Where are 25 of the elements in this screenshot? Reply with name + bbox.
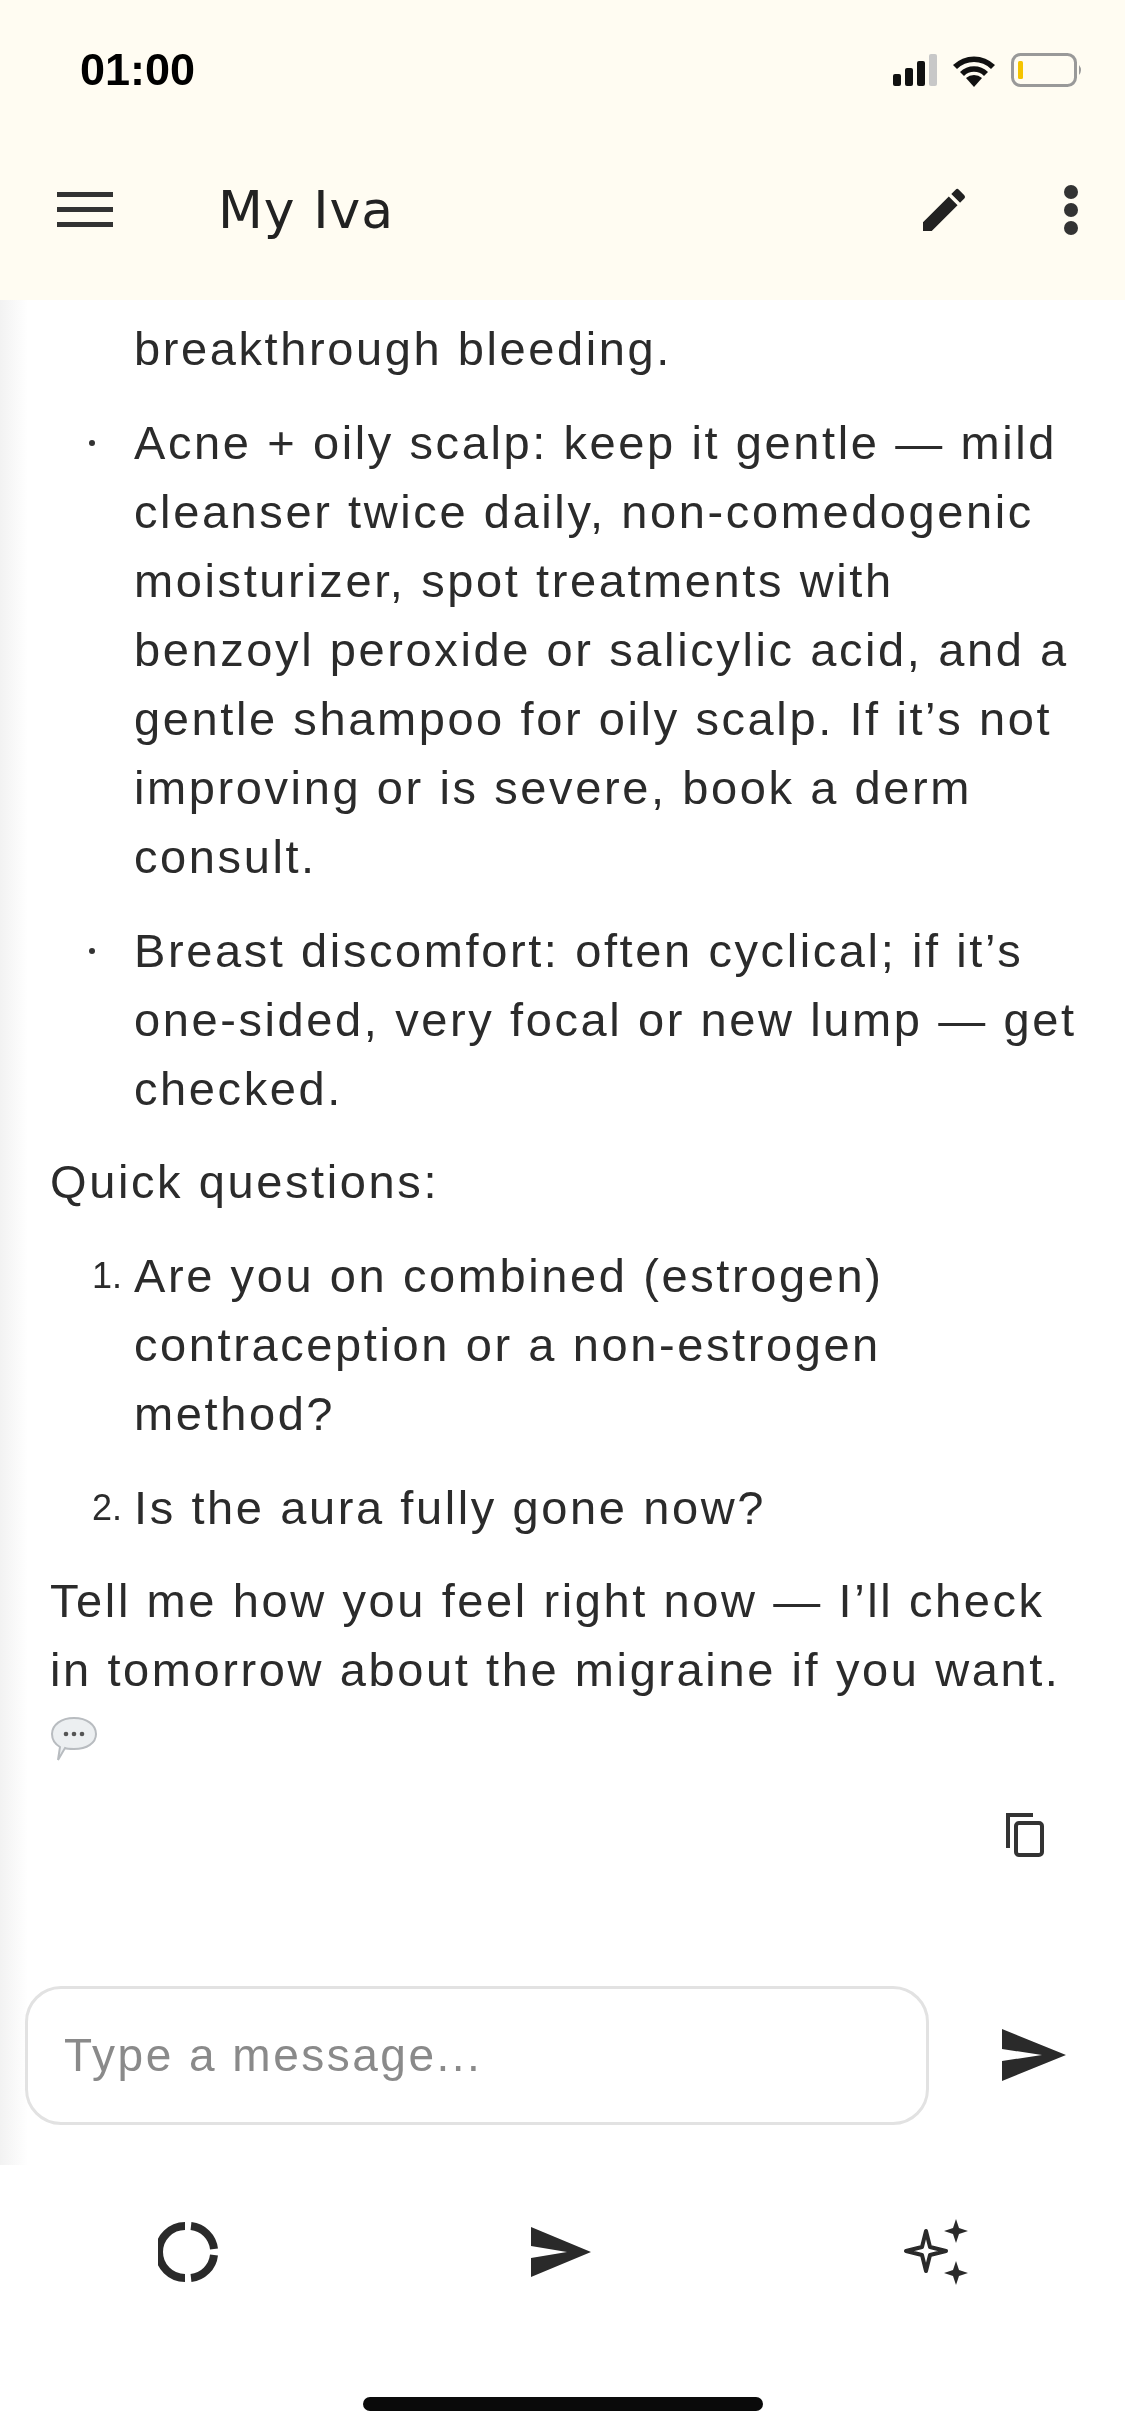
more-options-icon[interactable] <box>1062 185 1080 235</box>
app-title: My Iva <box>218 180 396 240</box>
circle-icon[interactable] <box>158 2222 218 2282</box>
wifi-icon <box>951 53 997 87</box>
speech-bubble-icon <box>50 1716 98 1762</box>
send-icon[interactable] <box>1002 2029 1066 2081</box>
message-input[interactable]: Type a message... <box>25 1985 929 2125</box>
battery-icon <box>1011 53 1083 87</box>
message-heading: Quick questions: <box>50 1154 441 1210</box>
bullet-icon <box>89 440 95 446</box>
message-text: breakthrough bleeding. <box>134 321 673 377</box>
question-text: Is the aura fully gone now? <box>134 1480 766 1536</box>
bullet-text: Breast discomfort: often cyclical; if it’s one-sided, very focal or new lump — get checked. <box>134 923 1078 1117</box>
copy-icon[interactable] <box>1005 1812 1045 1858</box>
list-number: 2. <box>91 1486 122 1530</box>
question-text: Are you on combined (estrogen) contraception or a non-estrogen method? <box>134 1248 885 1442</box>
sparkles-icon[interactable] <box>904 2219 970 2285</box>
message-text: Tell me how you feel right now — I’ll check in tomorrow about the migraine if you want. <box>50 1573 1062 1698</box>
bullet-text: Acne + oily scalp: keep it gentle — mild cleanser twice daily, non-comedogenic moisturizer, spot treatments with benzoyl peroxide or salicylic acid, and a gentle shampoo for oily scalp. If it’s not improving or is severe, book a derm consult. <box>134 415 1070 885</box>
list-number: 1. <box>91 1254 122 1298</box>
send-icon[interactable] <box>531 2227 591 2277</box>
signal-icon <box>893 54 937 86</box>
bullet-icon <box>89 948 95 954</box>
menu-icon[interactable] <box>57 190 113 230</box>
status-time: 01:00 <box>80 44 196 96</box>
